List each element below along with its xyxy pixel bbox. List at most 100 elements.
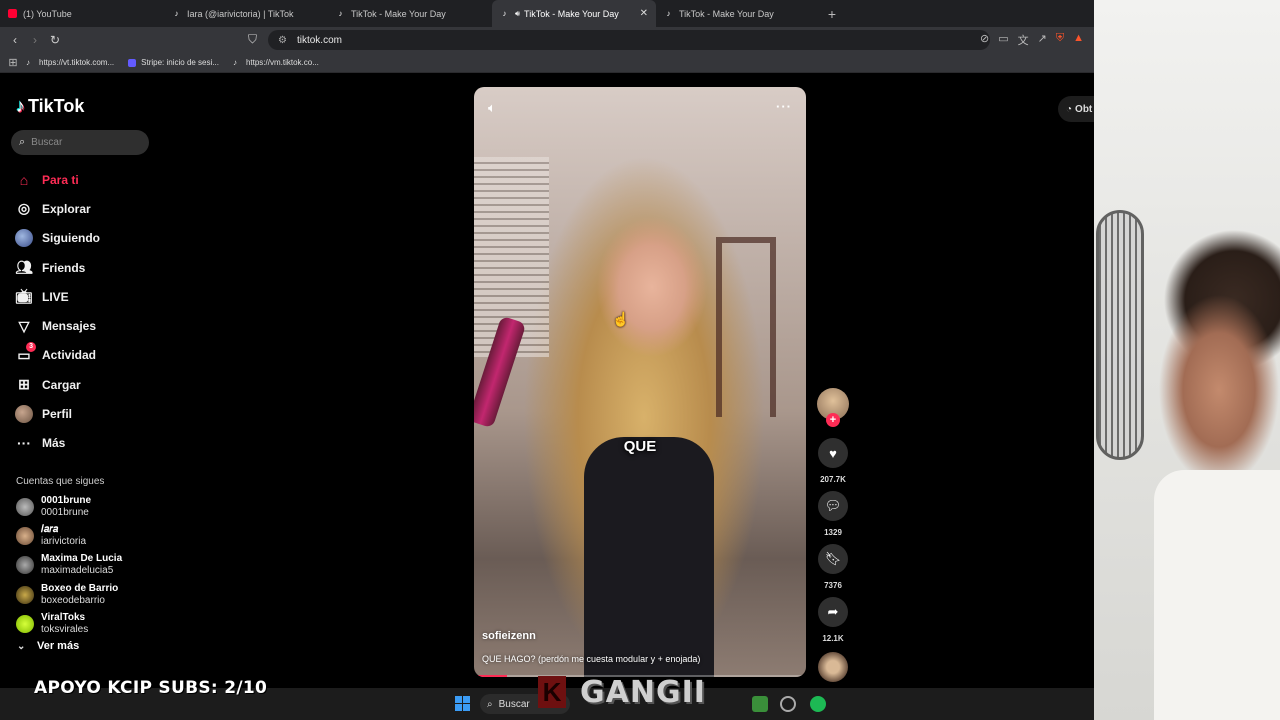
new-tab-button[interactable]: + <box>820 6 844 22</box>
tiktok-icon: ♪ <box>666 9 671 18</box>
sidebar-item-explorar[interactable]: ◎ Explorar <box>14 194 100 223</box>
following-account[interactable]: Maxima De Lucia maximadelucia5 <box>16 551 122 580</box>
avatar <box>16 556 34 575</box>
messages-icon: ▽ <box>18 317 30 334</box>
taskbar-app-icon[interactable] <box>752 696 768 712</box>
heart-icon[interactable]: ♥ <box>818 438 848 468</box>
share-action[interactable]: ➦ 12.1K <box>818 597 848 643</box>
spotify-icon[interactable] <box>810 696 826 712</box>
apps-grid-icon[interactable]: ⊞ <box>0 56 26 69</box>
sidebar-item-label: Actividad <box>42 348 97 363</box>
tiktok-icon: ♪ <box>174 9 179 18</box>
see-more-button[interactable]: ⌄ Ver más <box>16 640 122 652</box>
tiktok-logo[interactable]: ♪ TikTok <box>16 96 84 117</box>
mute-icon[interactable]: ⊘ <box>980 32 989 48</box>
following-account[interactable]: 0001brune 0001brune <box>16 492 122 521</box>
volume-icon[interactable]: 🔈︎ <box>488 100 496 116</box>
forward-icon[interactable]: › <box>25 33 45 47</box>
avatar <box>16 585 34 604</box>
account-name: Boxeo de Barrio <box>41 582 119 594</box>
tiktok-icon: ♪ <box>338 9 343 18</box>
tab-youtube[interactable]: (1) YouTube <box>0 0 164 27</box>
sidebar-item-mensajes[interactable]: ▽ Mensajes <box>14 311 100 340</box>
sidebar-item-actividad[interactable]: ▭ 3 Actividad <box>14 341 100 370</box>
comment-icon[interactable]: 💬︎ <box>818 491 848 521</box>
sidebar-item-cargar[interactable]: ⊞ Cargar <box>14 370 100 399</box>
brave-shields-icon[interactable]: ⛨ <box>1056 32 1064 48</box>
video-player[interactable]: 🔈︎ ··· QUE sofieizenn QUE HAGO? (perdón … <box>474 87 806 677</box>
search-input[interactable]: ⌕ Buscar <box>11 130 149 155</box>
tab-title: TikTok - Make Your Day <box>351 8 446 19</box>
speaker-icon: 🔊︎ <box>515 8 521 18</box>
account-name: Maxima De Lucia <box>41 553 123 565</box>
bookmark-item[interactable]: ♪ https://vm.tiktok.co... <box>233 58 319 67</box>
extension-icons: ⊘ ▭ 文 ↗ ⛨ ▲ <box>980 32 1084 48</box>
sidebar-item-friends[interactable]: 👥︎ Friends <box>14 253 100 282</box>
comment-action[interactable]: 💬︎ 1329 <box>818 491 848 537</box>
stream-logo-text: GANGII <box>580 674 706 710</box>
tiktok-icon: ♪ <box>232 57 237 67</box>
account-names: Maxima De Lucia maximadelucia5 <box>41 553 122 577</box>
profile-avatar-icon <box>14 405 34 424</box>
like-action[interactable]: ♥ 207.7K <box>818 438 848 484</box>
address-bar[interactable]: ⚙ tiktok.com <box>268 30 990 50</box>
cast-icon[interactable]: ▭ <box>998 32 1008 48</box>
site-info-icon[interactable]: ⚙ <box>278 35 287 46</box>
close-tab-icon[interactable]: ✕ <box>640 8 648 19</box>
share-icon[interactable]: ↗ <box>1038 32 1047 48</box>
youtube-icon <box>8 9 17 18</box>
tab-tiktok-3[interactable]: ♪ TikTok - Make Your Day <box>656 0 820 27</box>
creator-avatar[interactable]: + <box>817 388 849 427</box>
following-account[interactable]: ViralToks toksvirales <box>16 609 122 638</box>
search-icon: ⌕ <box>19 136 26 148</box>
taskbar-app-icon[interactable] <box>780 696 796 712</box>
video-caption: QUE <box>623 438 657 455</box>
sidebar-item-para-ti[interactable]: ⌂ Para ti <box>14 165 100 194</box>
compass-icon: ◎ <box>17 200 31 217</box>
following-account[interactable]: 𝐼𝑎𝑟𝑎 iarivictoria <box>16 521 122 550</box>
bookmarks-bar: ⊞ ♪ https://vt.tiktok.com... Stripe: ini… <box>0 53 1094 73</box>
follow-plus-icon[interactable]: + <box>826 413 840 427</box>
sidebar-item-siguiendo[interactable]: Siguiendo <box>14 224 100 253</box>
save-action[interactable]: 🔖︎ 7376 <box>818 544 848 590</box>
bookmark-item[interactable]: Stripe: inicio de sesi... <box>128 58 219 67</box>
sidebar-item-mas[interactable]: ··· Más <box>14 429 100 458</box>
sidebar-item-label: Mensajes <box>42 319 97 334</box>
bookmark-icon[interactable]: ⛉ <box>248 32 257 47</box>
upload-icon: ⊞ <box>18 376 30 393</box>
back-icon[interactable]: ‹ <box>5 33 25 47</box>
logo-text: TikTok <box>28 96 85 116</box>
video-frame-detail <box>584 437 714 677</box>
share-arrow-icon[interactable]: ➦ <box>818 597 848 627</box>
sidebar-item-perfil[interactable]: Perfil <box>14 399 100 428</box>
account-handle: iarivictoria <box>41 535 87 547</box>
account-handle: boxeodebarrio <box>41 594 105 606</box>
following-account[interactable]: Boxeo de Barrio boxeodebarrio <box>16 580 122 609</box>
tab-tiktok-active[interactable]: ♪ 🔊︎ TikTok - Make Your Day ✕ <box>492 0 656 27</box>
translate-icon[interactable]: 文 <box>1018 32 1029 48</box>
tab-iara-profile[interactable]: ♪ Iara (@iarivictoria) | TikTok <box>164 0 328 27</box>
sidebar-item-label: Más <box>42 436 66 451</box>
account-handle: 0001brune <box>41 506 89 518</box>
stream-support-text: APOYO KCIP SUBS: 2/10 <box>34 678 268 698</box>
live-icon: 📺︎ <box>15 288 33 305</box>
avatar <box>16 497 34 516</box>
account-names: 0001brune 0001brune <box>41 495 91 519</box>
music-disc[interactable] <box>818 652 848 682</box>
screen: (1) YouTube ♪ Iara (@iarivictoria) | Tik… <box>0 0 1280 720</box>
taskbar-search-label: Buscar <box>498 698 530 710</box>
bookmark-item[interactable]: ♪ https://vt.tiktok.com... <box>26 58 114 67</box>
webcam-frame-detail <box>1154 470 1280 720</box>
reload-icon[interactable]: ↻ <box>45 33 65 47</box>
windows-start-icon[interactable] <box>455 696 470 711</box>
bookmark-save-icon[interactable]: 🔖︎ <box>818 544 848 574</box>
account-names: 𝐼𝑎𝑟𝑎 iarivictoria <box>41 524 86 548</box>
tab-tiktok-1[interactable]: ♪ TikTok - Make Your Day <box>328 0 492 27</box>
tiktok-icon: ♪ <box>26 57 30 67</box>
sidebar-item-live[interactable]: 📺︎ LIVE <box>14 282 100 311</box>
home-icon: ⌂ <box>19 171 29 188</box>
brave-rewards-icon[interactable]: ▲ <box>1073 32 1084 48</box>
video-author[interactable]: sofieizenn <box>482 630 536 642</box>
more-options-icon[interactable]: ··· <box>776 99 792 114</box>
share-count: 12.1K <box>822 634 844 643</box>
